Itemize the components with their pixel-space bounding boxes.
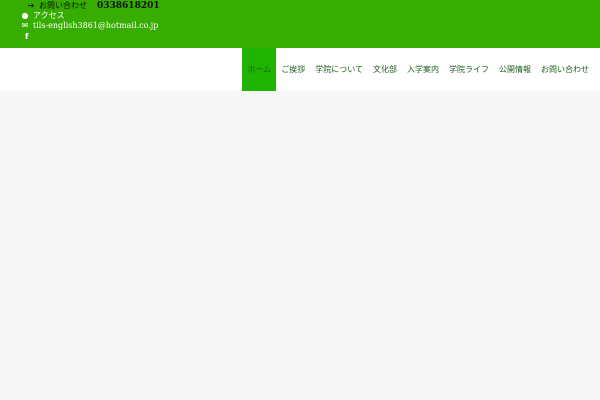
map-pin-icon: ● [21,11,29,20]
facebook-link[interactable]: f [25,32,28,42]
contact-label[interactable]: お問い合わせ [39,1,87,11]
main-navigation: ホーム ご挨拶 学院について 文化部 入学案内 学院ライフ 公開情報 お問い合わ… [0,48,600,91]
nav-item-greeting[interactable]: ご挨拶 [276,48,310,91]
nav-item-school-life[interactable]: 学院ライフ [444,48,494,91]
contact-row[interactable]: ➔ お問い合わせ 0338618201 [26,1,160,11]
nav-item-admission[interactable]: 入学案内 [402,48,444,91]
nav-item-label: ホーム [247,65,272,74]
facebook-icon[interactable]: f [25,32,28,42]
nav-item-home[interactable]: ホーム [242,48,277,91]
nav-item-about[interactable]: 学院について [310,48,368,91]
nav-item-public-info[interactable]: 公開情報 [494,48,536,91]
nav-item-culture-club[interactable]: 文化部 [368,48,402,91]
phone-number[interactable]: 0338618201 [97,1,160,11]
email-row[interactable]: ✉ tils-english3861@hotmail.co.jp [20,21,159,31]
email-link[interactable]: tils-english3861@hotmail.co.jp [33,21,158,31]
nav-item-label: 学院について [315,65,363,74]
access-link[interactable]: アクセス [33,11,65,21]
nav-item-label: ご挨拶 [281,65,306,74]
nav-item-label: お問い合わせ [541,65,589,74]
envelope-icon: ✉ [21,21,29,30]
access-row[interactable]: ● アクセス [20,11,65,21]
main-content-area [0,91,600,400]
nav-menu: ホーム ご挨拶 学院について 文化部 入学案内 学院ライフ 公開情報 お問い合わ… [242,48,594,91]
nav-item-label: 学院ライフ [449,65,489,74]
nav-item-label: 公開情報 [499,65,531,74]
nav-item-label: 入学案内 [407,65,439,74]
nav-item-contact[interactable]: お問い合わせ [536,48,594,91]
top-bar: ➔ お問い合わせ 0338618201 ● アクセス ✉ tils-englis… [0,0,600,48]
arrow-right-icon: ➔ [27,1,35,10]
nav-item-label: 文化部 [373,65,397,74]
